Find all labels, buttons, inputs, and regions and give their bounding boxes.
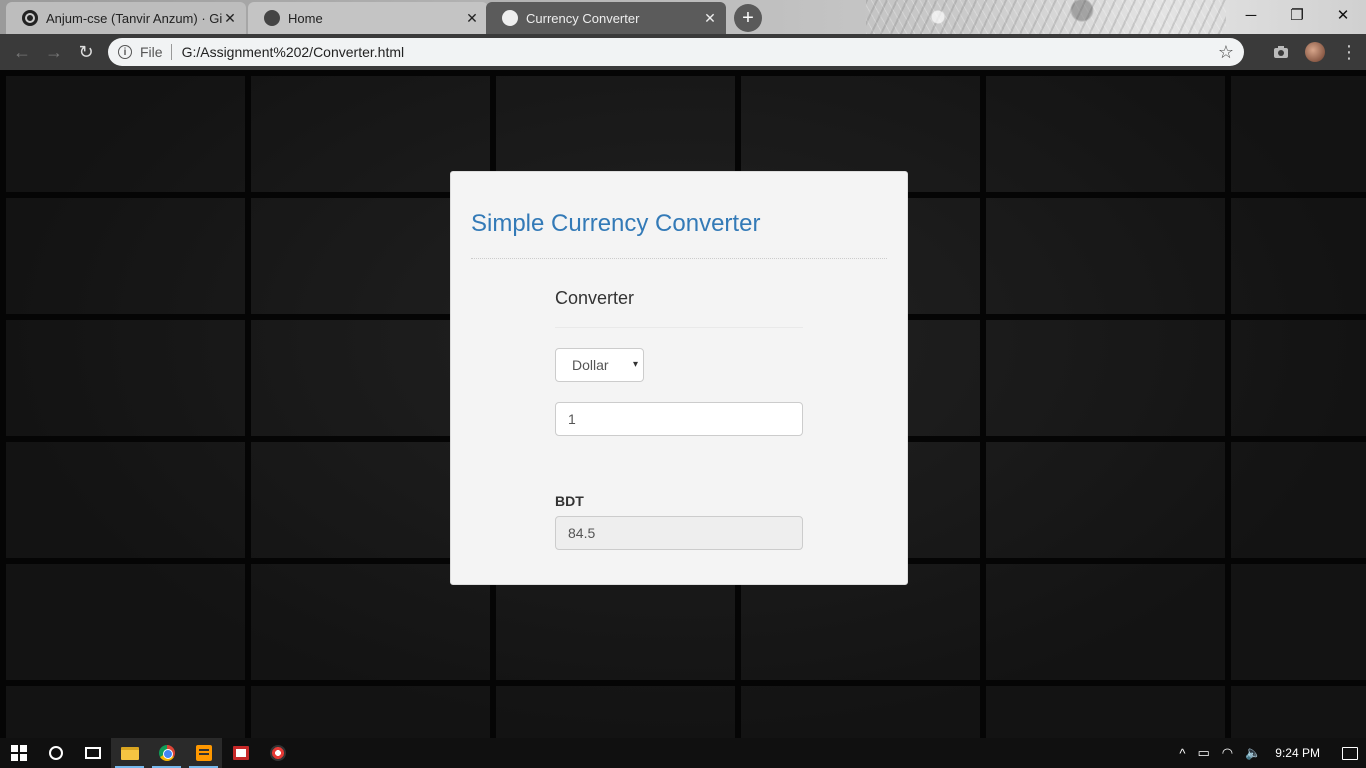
address-bar[interactable]: i File G:/Assignment%202/Converter.html … <box>108 38 1244 66</box>
windows-logo-icon <box>10 745 27 761</box>
globe-icon <box>264 10 280 26</box>
browser-toolbar: ← → ↻ i File G:/Assignment%202/Converter… <box>0 34 1366 70</box>
amount-input-value: 1 <box>568 411 576 427</box>
amount-input[interactable]: 1 <box>555 402 803 436</box>
toolbar-right: ⋮ <box>1264 34 1366 70</box>
back-arrow-icon: ← <box>13 41 31 62</box>
page-title: Simple Currency Converter <box>471 210 761 237</box>
media-app-taskbar-button[interactable] <box>259 738 296 768</box>
app-icon <box>232 746 249 760</box>
sublime-taskbar-button[interactable] <box>185 738 222 768</box>
profile-avatar-button[interactable] <box>1298 34 1332 70</box>
url-scheme-label: File <box>140 44 163 60</box>
tab-currency-converter[interactable]: Currency Converter ✕ <box>486 2 726 34</box>
tab-title: Anjum-cse (Tanvir Anzum) · GitHub <box>46 10 222 26</box>
system-tray: ^ ▭ ◠ 🔈 9:24 PM <box>1173 738 1366 768</box>
task-view-button[interactable] <box>74 738 111 768</box>
restore-button[interactable]: ❐ <box>1274 0 1320 30</box>
section-divider <box>555 327 803 328</box>
reload-button[interactable]: ↻ <box>70 36 102 68</box>
bookmark-star-icon[interactable]: ☆ <box>1218 42 1234 63</box>
chrome-taskbar-button[interactable] <box>148 738 185 768</box>
page-background: Simple Currency Converter Converter Doll… <box>0 70 1366 738</box>
cortana-button[interactable] <box>37 738 74 768</box>
battery-icon[interactable]: ▭ <box>1191 745 1215 761</box>
result-label: BDT <box>555 493 584 509</box>
close-icon[interactable]: ✕ <box>702 10 718 27</box>
title-divider <box>471 258 887 259</box>
result-output: 84.5 <box>555 516 803 550</box>
close-icon[interactable]: ✕ <box>222 10 238 27</box>
result-output-value: 84.5 <box>568 525 596 541</box>
kebab-menu-icon: ⋮ <box>1340 42 1358 62</box>
clock[interactable]: 9:24 PM <box>1267 746 1334 760</box>
github-icon <box>22 10 38 26</box>
notification-icon <box>1342 746 1358 760</box>
section-title: Converter <box>555 288 635 308</box>
cortana-circle-icon <box>48 746 63 760</box>
tab-github[interactable]: Anjum-cse (Tanvir Anzum) · GitHub ✕ <box>6 2 246 34</box>
sublime-text-icon <box>195 745 212 761</box>
file-explorer-button[interactable] <box>111 738 148 768</box>
theme-decoration <box>866 0 1226 34</box>
chevron-down-icon: ▾ <box>632 359 638 370</box>
minimize-button[interactable]: ─ <box>1228 0 1274 30</box>
currency-select[interactable]: Dollar ▾ <box>555 348 644 382</box>
folder-icon <box>120 746 139 760</box>
forward-button[interactable]: → <box>38 36 70 68</box>
tab-title: Home <box>288 10 323 26</box>
menu-button[interactable]: ⋮ <box>1332 34 1366 70</box>
show-hidden-icons-chevron-icon[interactable]: ^ <box>1173 746 1191 761</box>
windows-taskbar: ^ ▭ ◠ 🔈 9:24 PM <box>0 738 1366 768</box>
info-icon[interactable]: i <box>118 45 132 59</box>
forward-arrow-icon: → <box>45 41 63 62</box>
window-close-button[interactable]: ✕ <box>1320 0 1366 30</box>
converter-card: Simple Currency Converter Converter Doll… <box>450 171 908 585</box>
url-text[interactable]: G:/Assignment%202/Converter.html <box>182 44 1218 60</box>
omnibox-divider <box>170 44 172 60</box>
globe-icon <box>502 10 518 26</box>
close-icon[interactable]: ✕ <box>464 10 480 27</box>
tab-home[interactable]: Home ✕ <box>248 2 488 34</box>
volume-icon[interactable]: 🔈 <box>1239 745 1267 761</box>
task-view-icon <box>84 747 101 759</box>
back-button[interactable]: ← <box>6 36 38 68</box>
new-tab-button[interactable]: + <box>734 4 762 32</box>
avatar <box>1305 42 1325 62</box>
reload-icon: ↻ <box>78 41 94 62</box>
tab-title: Currency Converter <box>526 10 640 26</box>
start-button[interactable] <box>0 738 37 768</box>
currency-select-value: Dollar <box>572 357 609 373</box>
browser-tab-strip: Anjum-cse (Tanvir Anzum) · GitHub ✕ Home… <box>0 0 1366 34</box>
action-center-button[interactable] <box>1334 738 1366 768</box>
wifi-icon[interactable]: ◠ <box>1216 745 1239 761</box>
camera-extension-icon[interactable] <box>1264 34 1298 70</box>
chrome-icon <box>158 745 175 761</box>
app-taskbar-button[interactable] <box>222 738 259 768</box>
media-app-icon <box>269 745 286 761</box>
